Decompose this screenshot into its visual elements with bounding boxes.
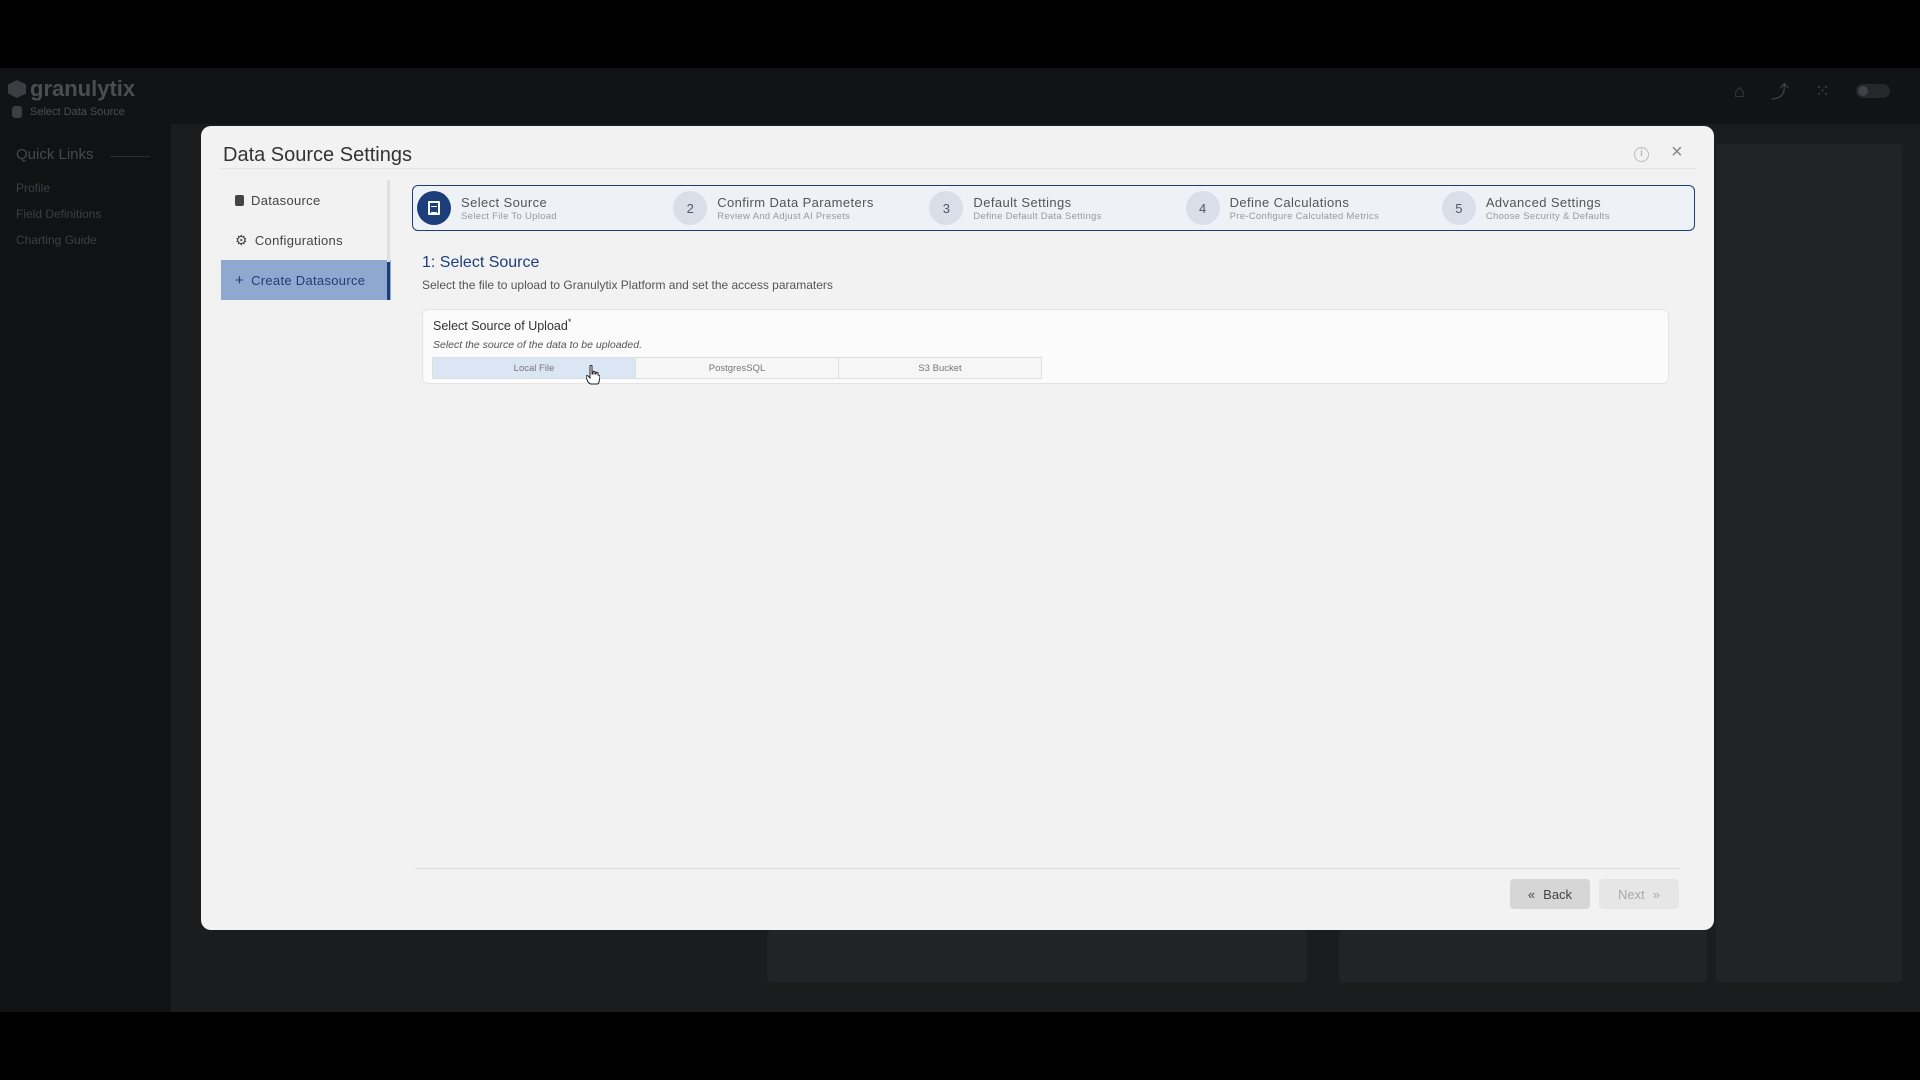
- breadcrumb-text: Select Data Source: [30, 106, 125, 118]
- gear-icon: ⚙: [235, 231, 248, 248]
- nav-item-label: Datasource: [251, 192, 321, 208]
- hand-cursor-icon: [586, 365, 600, 385]
- step-title: Define Calculations: [1229, 194, 1350, 210]
- sidebar: Quick Links Profile Field Definitions Ch…: [0, 124, 171, 1012]
- quick-link-field-definitions[interactable]: Field Definitions: [16, 207, 101, 221]
- step-select-source[interactable]: Select Source Select File To Upload: [413, 186, 669, 230]
- settings-nav: Datasource ⚙ Configurations + Create Dat…: [221, 180, 391, 300]
- database-icon: [235, 194, 244, 206]
- step-subtitle: Select File To Upload: [461, 210, 557, 222]
- step-advanced-settings[interactable]: 5 Advanced Settings Choose Security & De…: [1438, 186, 1694, 230]
- step-number: 4: [1185, 191, 1220, 225]
- source-hint: Select the source of the data to be uplo…: [433, 339, 642, 351]
- step-default-settings[interactable]: 3 Default Settings Define Default Data S…: [925, 186, 1181, 230]
- step-title: Confirm Data Parameters: [717, 194, 874, 210]
- close-icon[interactable]: ×: [1671, 141, 1683, 164]
- step-define-calculations[interactable]: 4 Define Calculations Pre-Configure Calc…: [1182, 186, 1438, 230]
- source-selector: Local File PostgresSQL S3 Bucket: [432, 357, 1042, 379]
- background-card: [767, 930, 1307, 982]
- document-icon: [428, 201, 440, 215]
- logo-text: granulytix: [30, 76, 136, 101]
- option-postgressql[interactable]: PostgresSQL: [635, 357, 839, 379]
- background-card: [1716, 144, 1902, 982]
- divider: [415, 868, 1680, 869]
- step-subtitle: Pre-Configure Calculated Metrics: [1229, 210, 1380, 222]
- back-label: Back: [1543, 886, 1573, 902]
- chart-icon[interactable]: ⤴: [1771, 78, 1789, 104]
- home-icon[interactable]: ⌂: [1734, 81, 1745, 102]
- logo-icon: [8, 80, 26, 98]
- source-label: Select Source of Upload*: [433, 317, 571, 333]
- step-icon: [417, 191, 451, 225]
- divider: [110, 156, 150, 157]
- top-bar: granulytix Select Data Source ⌂ ⤴ ⁙: [0, 68, 1920, 124]
- next-button[interactable]: Next »: [1599, 879, 1679, 909]
- background-card: [1339, 930, 1707, 982]
- info-icon[interactable]: i: [1634, 147, 1649, 162]
- wizard-stepper: Select Source Select File To Upload 2 Co…: [412, 185, 1695, 231]
- step-number: 2: [673, 191, 708, 225]
- step-confirm-data-parameters[interactable]: 2 Confirm Data Parameters Review And Adj…: [669, 186, 925, 230]
- section-description: Select the file to upload to Granulytix …: [422, 278, 833, 292]
- divider: [221, 168, 1696, 169]
- step-title: Advanced Settings: [1485, 194, 1602, 210]
- nav-item-label: Configurations: [254, 232, 343, 248]
- top-icons: ⌂ ⤴ ⁙: [1734, 78, 1890, 104]
- modal-title: Data Source Settings: [223, 144, 412, 166]
- next-label: Next: [1618, 886, 1645, 902]
- double-chevron-left-icon: «: [1527, 886, 1536, 902]
- step-subtitle: Define Default Data Settings: [973, 210, 1102, 222]
- step-title: Default Settings: [973, 194, 1072, 210]
- nav-item-label: Create Datasource: [251, 272, 366, 288]
- quick-link-profile[interactable]: Profile: [16, 181, 50, 195]
- database-icon: [12, 106, 22, 118]
- source-label-text: Select Source of Upload: [433, 319, 568, 334]
- step-number: 5: [1441, 191, 1476, 225]
- required-mark: *: [567, 317, 572, 327]
- option-local-file[interactable]: Local File: [432, 357, 636, 379]
- nav-item-create-datasource[interactable]: + Create Datasource: [221, 260, 391, 300]
- nav-item-configurations[interactable]: ⚙ Configurations: [221, 220, 391, 260]
- quick-link-charting-guide[interactable]: Charting Guide: [16, 233, 97, 247]
- step-subtitle: Review And Adjust AI Presets: [717, 210, 851, 222]
- step-subtitle: Choose Security & Defaults: [1485, 210, 1610, 222]
- back-button[interactable]: « Back: [1510, 879, 1590, 909]
- data-source-settings-modal: Data Source Settings i × Datasource ⚙ Co…: [201, 126, 1714, 930]
- quick-links-title: Quick Links: [16, 146, 94, 163]
- step-number: 3: [929, 191, 964, 225]
- nav-active-indicator: [387, 262, 390, 300]
- nav-item-datasource[interactable]: Datasource: [221, 180, 391, 220]
- logo: granulytix: [8, 76, 135, 102]
- breadcrumb: Select Data Source: [12, 106, 125, 118]
- section-title: 1: Select Source: [422, 254, 540, 271]
- grid-icon[interactable]: ⁙: [1815, 81, 1830, 102]
- theme-toggle[interactable]: [1856, 84, 1890, 98]
- option-s3-bucket[interactable]: S3 Bucket: [838, 357, 1042, 379]
- plus-icon: +: [235, 271, 245, 289]
- double-chevron-right-icon: »: [1652, 886, 1660, 902]
- step-title: Select Source: [461, 194, 548, 210]
- source-upload-card: Select Source of Upload* Select the sour…: [422, 309, 1669, 384]
